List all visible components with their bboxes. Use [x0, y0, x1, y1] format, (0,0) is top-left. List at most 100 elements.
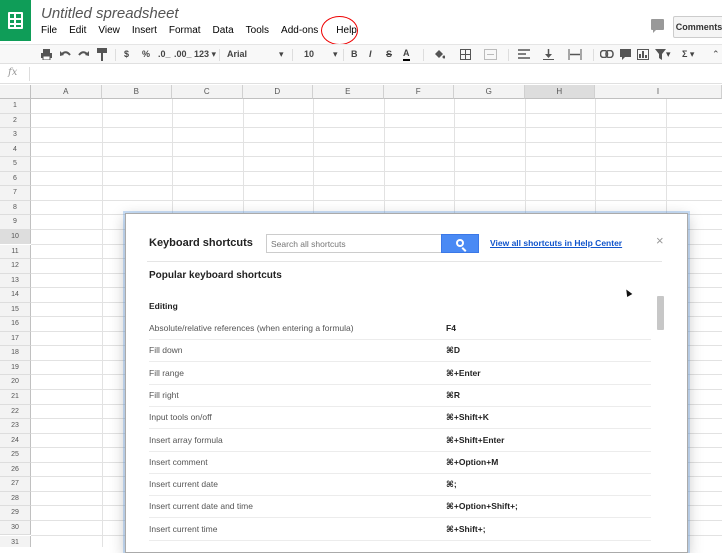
row-header[interactable]: 21	[0, 390, 31, 405]
row-header[interactable]: 25	[0, 448, 31, 463]
search-button[interactable]	[441, 234, 479, 253]
row-header[interactable]: 15	[0, 302, 31, 318]
column-header[interactable]: F	[383, 85, 454, 99]
row-header[interactable]: 18	[0, 346, 31, 361]
merge-cells-icon[interactable]	[484, 49, 497, 60]
dialog-scrollbar[interactable]	[657, 296, 664, 330]
comment-icon[interactable]	[651, 19, 664, 33]
shortcut-row: Input tools on/off ⌘+Shift+K	[149, 407, 651, 430]
row-header[interactable]: 28	[0, 491, 31, 507]
row-header[interactable]: 17	[0, 331, 31, 347]
collapse-toolbar-icon[interactable]: ⌃	[712, 48, 720, 61]
menu-addons[interactable]: Add-ons	[275, 24, 324, 40]
row-header[interactable]: 3	[0, 128, 31, 143]
menu-insert[interactable]: Insert	[126, 24, 163, 40]
menu-format[interactable]: Format	[163, 24, 207, 40]
row-header[interactable]: 27	[0, 477, 31, 492]
grid-row-line	[31, 185, 722, 187]
shortcut-keys: ⌘R	[446, 389, 461, 400]
decrease-decimal-button[interactable]: .0_	[158, 48, 171, 61]
insert-comment-icon[interactable]	[620, 49, 631, 60]
column-header[interactable]: H	[524, 85, 595, 99]
row-header[interactable]: 8	[0, 200, 31, 216]
menu-help[interactable]: Help	[321, 16, 369, 45]
bold-button[interactable]: B	[351, 48, 358, 61]
help-center-link[interactable]: View all shortcuts in Help Center	[490, 238, 622, 248]
paint-format-icon[interactable]	[97, 48, 107, 61]
row-header[interactable]: 11	[0, 244, 31, 259]
row-header[interactable]: 29	[0, 506, 31, 521]
row-header[interactable]: 1	[0, 99, 31, 114]
shortcut-keys: ⌘;	[446, 479, 457, 490]
more-formats-button[interactable]: 123 ▾	[194, 48, 216, 61]
row-header[interactable]: 19	[0, 360, 31, 376]
toolbar-separator	[343, 49, 344, 61]
shortcut-row: Insert comment ⌘+Option+M	[149, 452, 651, 474]
sheets-logo[interactable]	[0, 0, 31, 41]
shortcut-name: Input tools on/off	[149, 412, 212, 423]
column-header[interactable]: C	[172, 85, 243, 99]
undo-icon[interactable]	[60, 49, 71, 60]
row-header[interactable]: 4	[0, 142, 31, 158]
row-header[interactable]: 24	[0, 433, 31, 449]
column-header[interactable]: A	[31, 85, 102, 99]
horizontal-align-icon[interactable]	[518, 49, 530, 60]
select-all-corner[interactable]	[0, 85, 31, 99]
insert-link-icon[interactable]	[600, 50, 614, 58]
document-title[interactable]: Untitled spreadsheet	[41, 5, 179, 22]
print-icon[interactable]	[40, 49, 53, 60]
comments-button[interactable]: Comments	[673, 16, 722, 38]
shortcut-search-input[interactable]	[266, 234, 442, 253]
menu-tools[interactable]: Tools	[240, 24, 275, 40]
functions-button[interactable]: Σ ▾	[682, 48, 694, 61]
percent-format-button[interactable]: %	[142, 48, 150, 61]
row-header[interactable]: 2	[0, 113, 31, 129]
close-icon[interactable]: ×	[656, 234, 664, 248]
formula-bar: fx	[0, 64, 722, 84]
shortcut-keys: ⌘D	[446, 345, 461, 356]
shortcut-keys: ⌘+Shift+Enter	[446, 434, 505, 445]
menu-data[interactable]: Data	[207, 24, 240, 40]
row-header[interactable]: 7	[0, 186, 31, 201]
row-header[interactable]: 16	[0, 317, 31, 332]
vertical-align-icon[interactable]	[543, 49, 554, 60]
menu-file[interactable]: File	[35, 24, 63, 40]
row-header[interactable]: 14	[0, 288, 31, 303]
row-header[interactable]: 30	[0, 520, 31, 536]
row-header[interactable]: 22	[0, 404, 31, 420]
column-header[interactable]: G	[454, 85, 525, 99]
column-header[interactable]: I	[595, 85, 722, 99]
increase-decimal-button[interactable]: .00_	[174, 48, 192, 61]
row-header[interactable]: 10	[0, 229, 31, 245]
row-header[interactable]: 20	[0, 375, 31, 390]
row-header[interactable]: 31	[0, 535, 31, 547]
borders-icon[interactable]	[460, 49, 471, 60]
menu-view[interactable]: View	[92, 24, 126, 40]
currency-format-button[interactable]: $	[124, 48, 129, 61]
row-header[interactable]: 23	[0, 419, 31, 434]
row-header[interactable]: 26	[0, 462, 31, 478]
column-header[interactable]: D	[242, 85, 313, 99]
row-header[interactable]: 13	[0, 273, 31, 289]
insert-chart-icon[interactable]	[637, 49, 649, 60]
column-header[interactable]: B	[101, 85, 172, 99]
text-wrapping-icon[interactable]	[568, 49, 582, 60]
shortcut-keys: ⌘+Option+Shift+;	[446, 501, 518, 512]
font-size-select[interactable]: 10	[304, 48, 314, 61]
italic-button[interactable]: I	[369, 48, 372, 61]
strikethrough-button[interactable]: S	[386, 48, 392, 61]
redo-icon[interactable]	[78, 49, 89, 60]
menu-edit[interactable]: Edit	[63, 24, 92, 40]
row-header[interactable]: 12	[0, 259, 31, 274]
filter-icon[interactable]	[655, 49, 666, 60]
dialog-title: Keyboard shortcuts	[149, 237, 253, 249]
column-header[interactable]: E	[313, 85, 384, 99]
row-header[interactable]: 5	[0, 157, 31, 172]
row-header[interactable]: 6	[0, 171, 31, 187]
row-header[interactable]: 9	[0, 215, 31, 230]
fill-color-icon[interactable]	[433, 49, 445, 60]
help-annotation-circle	[321, 16, 359, 45]
text-color-button[interactable]: A	[403, 48, 410, 61]
font-family-select[interactable]: Arial	[227, 48, 247, 61]
shortcut-row: Insert current date and time ⌘+Option+Shi…	[149, 496, 651, 519]
